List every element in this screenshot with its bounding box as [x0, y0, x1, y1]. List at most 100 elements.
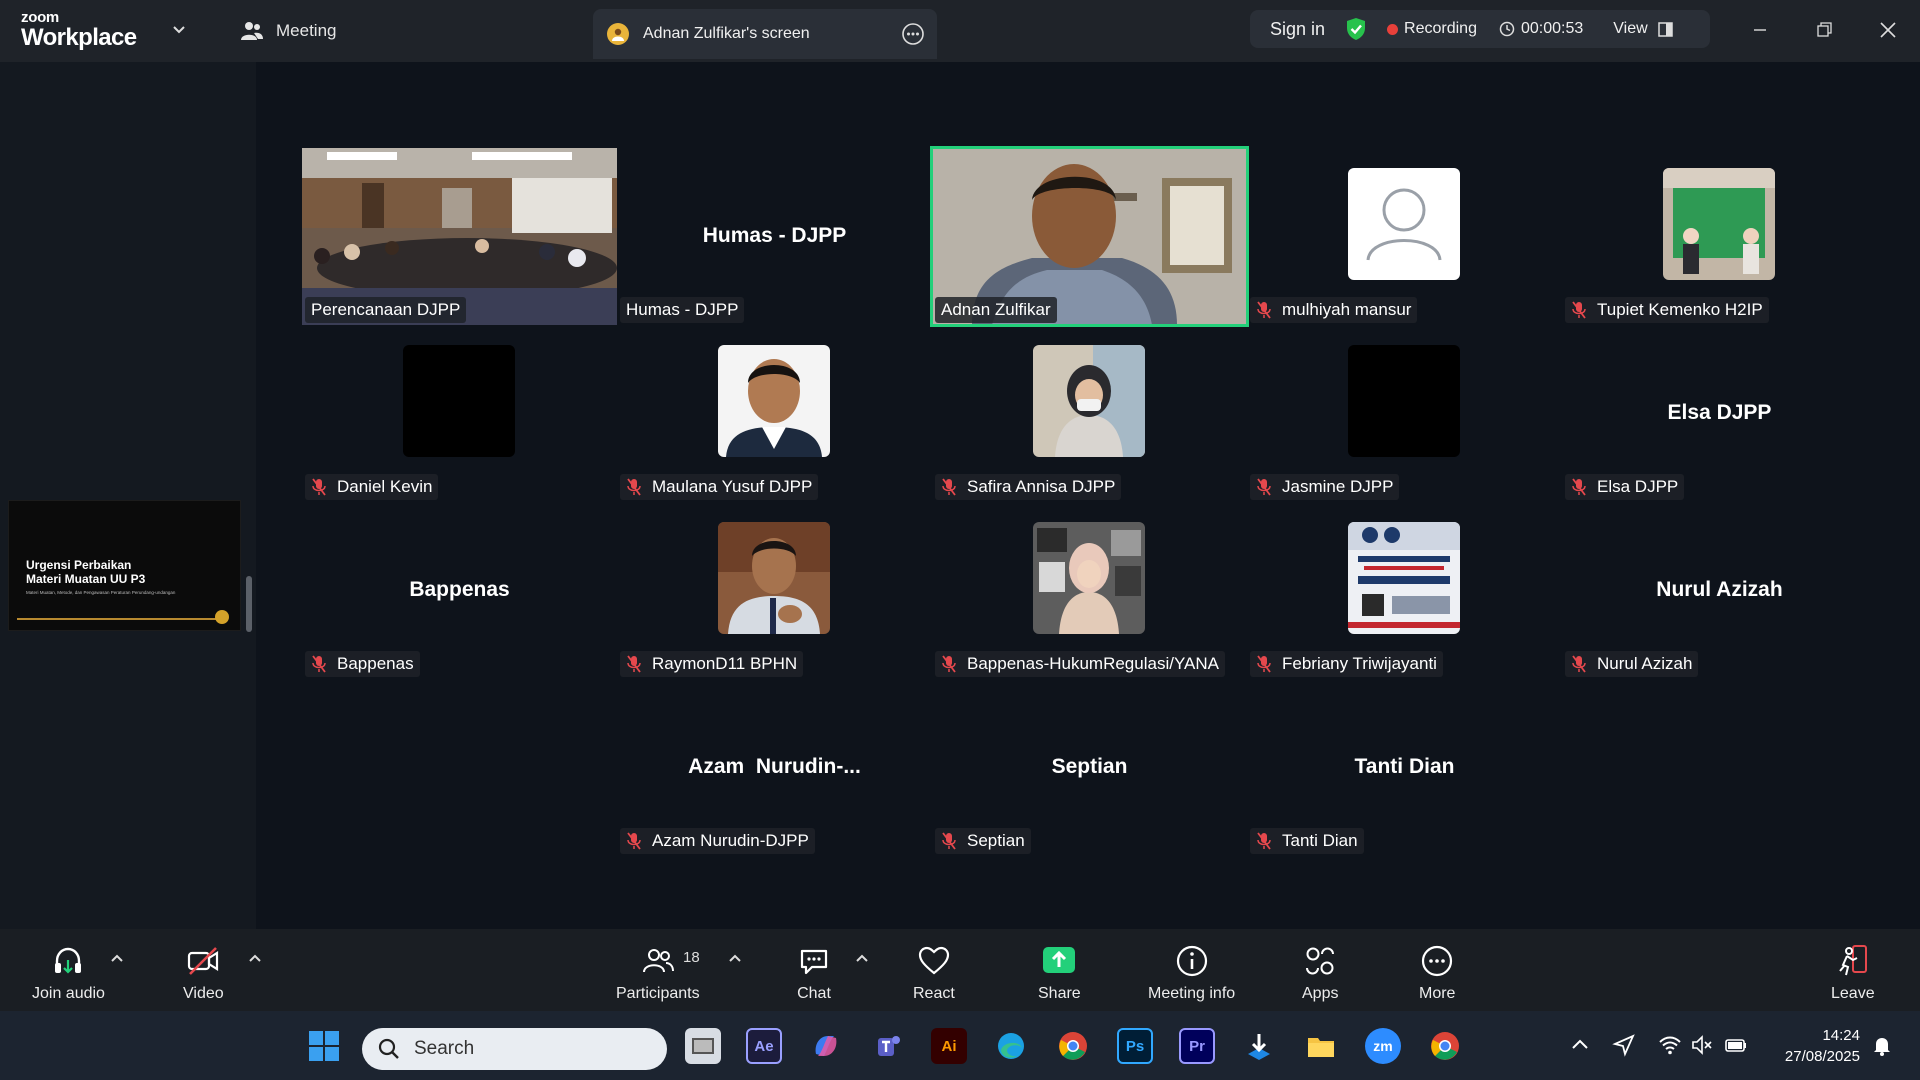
leave-label: Leave [1831, 985, 1875, 1002]
recording-label[interactable]: Recording [1404, 20, 1477, 38]
participant-name-tag: Daniel Kevin [305, 474, 439, 500]
participant-tile[interactable]: Humas - DJPP Humas - DJPP [617, 148, 932, 325]
participant-name-tag: Septian [935, 828, 1031, 854]
tab-shared-screen[interactable]: Adnan Zulfikar's screen [593, 9, 937, 59]
participant-name-tag: Adnan Zulfikar [935, 297, 1057, 323]
more-button[interactable]: More [1419, 943, 1455, 1003]
copilot-icon[interactable] [808, 1028, 844, 1064]
headphones-icon [55, 947, 82, 974]
participant-tile[interactable]: Tupiet Kemenko H2IP [1562, 148, 1877, 325]
after-effects-icon[interactable]: Ae [746, 1028, 782, 1064]
muted-mic-icon [1572, 301, 1586, 319]
restore-icon[interactable] [1810, 16, 1838, 44]
muted-mic-icon [1257, 655, 1271, 673]
chrome-icon[interactable] [1427, 1028, 1463, 1064]
chevron-up-icon[interactable] [1568, 1033, 1592, 1057]
participant-tile[interactable]: Maulana Yusuf DJPP [617, 325, 932, 502]
participant-display-name: Septian [1051, 755, 1128, 778]
participant-tile[interactable]: mulhiyah mansur [1247, 148, 1562, 325]
participant-tile[interactable]: Bappenas Bappenas [302, 502, 617, 679]
speaker-muted-icon[interactable] [1690, 1033, 1714, 1057]
active-speaker-tile[interactable]: Adnan Zulfikar [930, 146, 1249, 327]
premiere-icon[interactable]: Pr [1179, 1028, 1215, 1064]
participant-photo [1033, 345, 1145, 457]
wifi-icon[interactable] [1658, 1033, 1682, 1057]
participants-icon [642, 949, 674, 973]
search-placeholder: Search [414, 1038, 475, 1059]
participant-tile[interactable]: Daniel Kevin [302, 325, 617, 502]
leave-icon [1839, 945, 1867, 976]
participant-tile[interactable]: Jasmine DJPP [1247, 325, 1562, 502]
muted-mic-icon [312, 655, 326, 673]
more-options-icon[interactable] [901, 22, 925, 46]
clock-date: 27/08/2025 [1784, 1048, 1860, 1065]
apps-button[interactable]: Apps [1302, 943, 1338, 1003]
zoom-app-icon[interactable]: zm [1365, 1028, 1401, 1064]
participant-display-name: Azam Nurudin-... [688, 755, 861, 778]
participant-tile[interactable]: Azam Nurudin-... Azam Nurudin-DJPP [617, 679, 932, 856]
system-clock[interactable]: 14:24 27/08/2025 [1785, 1025, 1860, 1067]
teams-icon[interactable] [870, 1028, 906, 1064]
shared-screen-thumbnail[interactable]: Urgensi Perbaikan Materi Muatan UU P3 Ma… [8, 500, 241, 631]
participant-tile[interactable]: Septian Septian [932, 679, 1247, 856]
chrome-icon[interactable] [1055, 1028, 1091, 1064]
file-explorer-icon[interactable] [1303, 1028, 1339, 1064]
participant-name-tag: mulhiyah mansur [1250, 297, 1418, 323]
participant-tile[interactable]: Nurul Azizah Nurul Azizah [1562, 502, 1877, 679]
participant-photo [1348, 522, 1460, 634]
chevron-down-icon[interactable] [172, 22, 186, 36]
participants-count-badge: 18 [683, 949, 700, 966]
illustrator-icon[interactable]: Ai [931, 1028, 967, 1064]
participant-tile[interactable]: RaymonD11 BPHN [617, 502, 932, 679]
task-view-icon[interactable] [685, 1028, 721, 1064]
windows-start-icon[interactable] [308, 1030, 340, 1062]
chevron-up-icon[interactable] [855, 953, 869, 963]
participant-display-name: Bappenas [409, 578, 510, 601]
meeting-info-label: Meeting info [1148, 985, 1236, 1002]
participant-tile[interactable]: Safira Annisa DJPP [932, 325, 1247, 502]
shield-check-icon[interactable] [1345, 17, 1367, 41]
zoom-logo[interactable]: zoom Workplace [21, 10, 137, 50]
participant-display-name: Nurul Azizah [1656, 578, 1783, 601]
close-icon[interactable] [1874, 16, 1902, 44]
leave-button[interactable]: Leave [1831, 943, 1875, 1003]
status-bar: Sign in Recording 00:00:53 View [1250, 10, 1710, 48]
participant-tile[interactable]: Bappenas-HukumRegulasi/YANA [932, 502, 1247, 679]
share-button[interactable]: Share [1038, 943, 1081, 1003]
taskbar-search-input[interactable]: Search [362, 1028, 667, 1070]
participant-tile[interactable]: Tanti Dian Tanti Dian [1247, 679, 1562, 856]
share-label: Share [1038, 985, 1081, 1002]
grid-view-icon[interactable] [1657, 21, 1673, 37]
muted-mic-icon [627, 478, 641, 496]
location-icon[interactable] [1612, 1033, 1636, 1057]
logo-text-top: zoom [21, 9, 59, 26]
chat-icon [800, 949, 828, 975]
chevron-up-icon[interactable] [110, 953, 124, 963]
edge-icon[interactable] [993, 1028, 1029, 1064]
windows-taskbar: Search Ae Ai Ps Pr zm 14:24 27/08/2025 [0, 1011, 1920, 1080]
tab-meeting[interactable]: Meeting [240, 20, 336, 42]
panel-resize-handle[interactable] [246, 576, 252, 632]
notification-bell-icon[interactable] [1870, 1033, 1894, 1057]
participant-photo [1033, 522, 1145, 634]
react-button[interactable]: React [913, 943, 955, 1003]
minimize-icon[interactable] [1746, 16, 1774, 44]
muted-mic-icon [942, 832, 956, 850]
view-button[interactable]: View [1613, 20, 1647, 38]
sign-in-button[interactable]: Sign in [1270, 19, 1325, 40]
photoshop-icon[interactable]: Ps [1117, 1028, 1153, 1064]
participant-tile[interactable]: Febriany Triwijayanti [1247, 502, 1562, 679]
muted-mic-icon [1572, 655, 1586, 673]
video-button[interactable]: Video [183, 943, 224, 1003]
join-audio-button[interactable]: Join audio [32, 943, 105, 1003]
battery-icon[interactable] [1724, 1033, 1748, 1057]
store-icon[interactable] [1241, 1028, 1277, 1064]
chevron-up-icon[interactable] [728, 953, 742, 963]
participant-tile[interactable]: Elsa DJPP Elsa DJPP [1562, 325, 1877, 502]
chat-button[interactable]: Chat [796, 943, 832, 1003]
participant-tile[interactable]: Perencanaan DJPP [302, 148, 617, 325]
chevron-up-icon[interactable] [248, 953, 262, 963]
participant-name-tag: Perencanaan DJPP [305, 297, 467, 323]
slide-seal-logo [215, 610, 229, 624]
meeting-info-button[interactable]: Meeting info [1148, 943, 1235, 1003]
